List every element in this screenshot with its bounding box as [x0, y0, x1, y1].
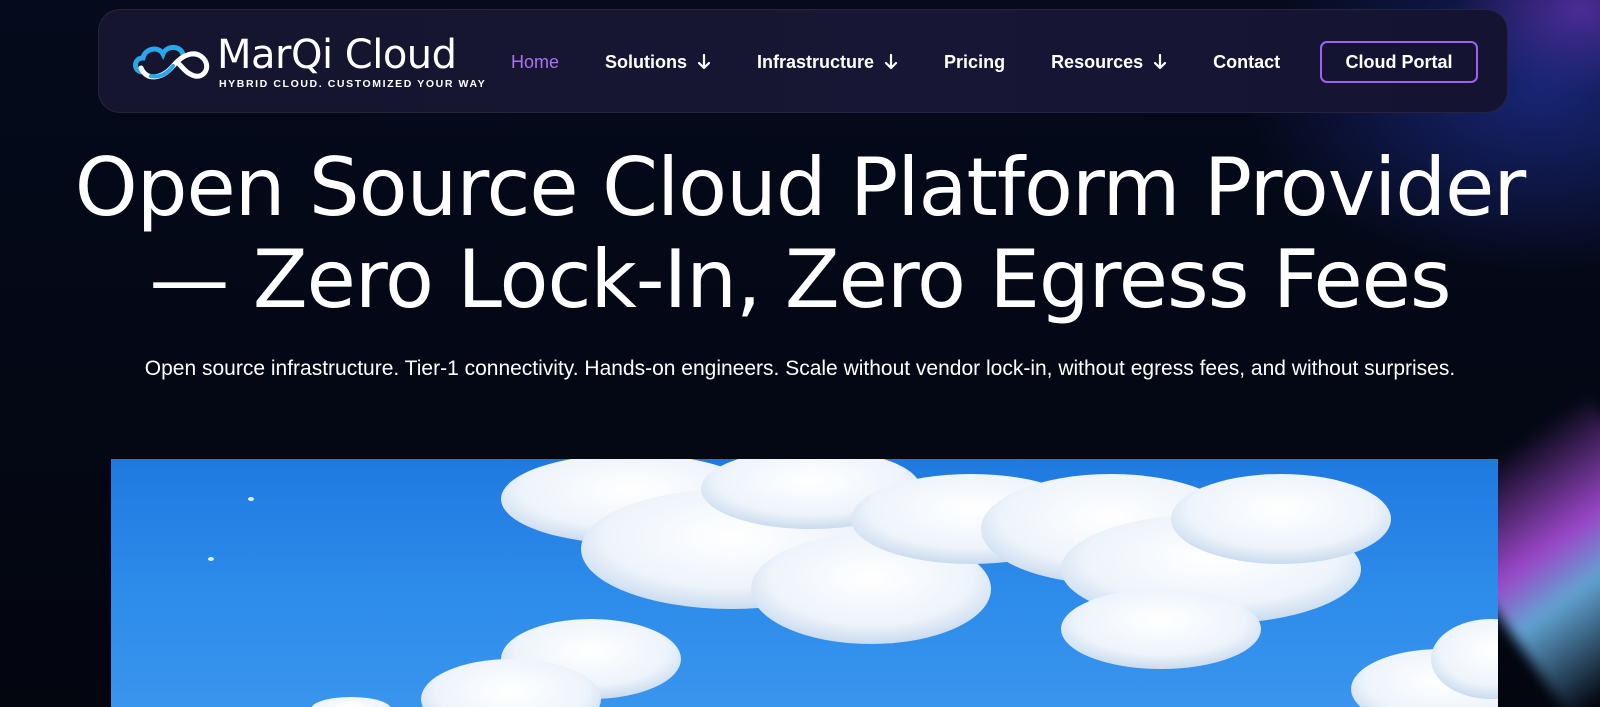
logo[interactable]: MarQi Cloud HYBRID CLOUD. CUSTOMIZED YOU…: [133, 32, 485, 92]
nav-item-pricing[interactable]: Pricing: [944, 52, 1005, 73]
cloud-infinity-icon: [133, 45, 210, 80]
cloud-portal-button[interactable]: Cloud Portal: [1320, 41, 1478, 83]
nav-item-resources[interactable]: Resources: [1051, 52, 1167, 73]
hero-subtitle: Open source infrastructure. Tier-1 conne…: [144, 357, 1456, 380]
main-nav: Home Solutions Infrastructure Pricing Re…: [511, 48, 1280, 76]
nav-item-label: Infrastructure: [757, 51, 875, 72]
hero-title-line1: Open Source Cloud Platform Provider: [74, 141, 1526, 234]
nav-item-label: Resources: [1051, 51, 1144, 72]
site-header: MarQi Cloud HYBRID CLOUD. CUSTOMIZED YOU…: [98, 9, 1508, 113]
nav-item-home[interactable]: Home: [511, 52, 559, 73]
hero-title-line2: — Zero Lock-In, Zero Egress Fees: [149, 233, 1451, 326]
nav-item-contact[interactable]: Contact: [1213, 52, 1280, 73]
logo-tagline: HYBRID CLOUD. CUSTOMIZED YOUR WAY: [219, 78, 487, 90]
page: MarQi Cloud HYBRID CLOUD. CUSTOMIZED YOU…: [0, 0, 1600, 707]
nav-item-solutions[interactable]: Solutions: [605, 52, 711, 73]
nav-item-label: Contact: [1213, 51, 1281, 72]
blue-sky-clouds-photo: [111, 459, 1498, 707]
nav-item-label: Pricing: [944, 51, 1006, 72]
nav-item-label: Home: [511, 51, 560, 72]
nav-item-infrastructure[interactable]: Infrastructure: [757, 52, 898, 73]
nav-item-label: Solutions: [605, 51, 688, 72]
hero-title: Open Source Cloud Platform Provider — Ze…: [60, 142, 1540, 326]
arrow-down-icon: [1154, 53, 1167, 70]
arrow-down-icon: [697, 53, 711, 70]
clouds-illustration: [208, 459, 1498, 707]
arrow-down-icon: [884, 53, 898, 70]
logo-title: MarQi Cloud: [217, 32, 457, 78]
